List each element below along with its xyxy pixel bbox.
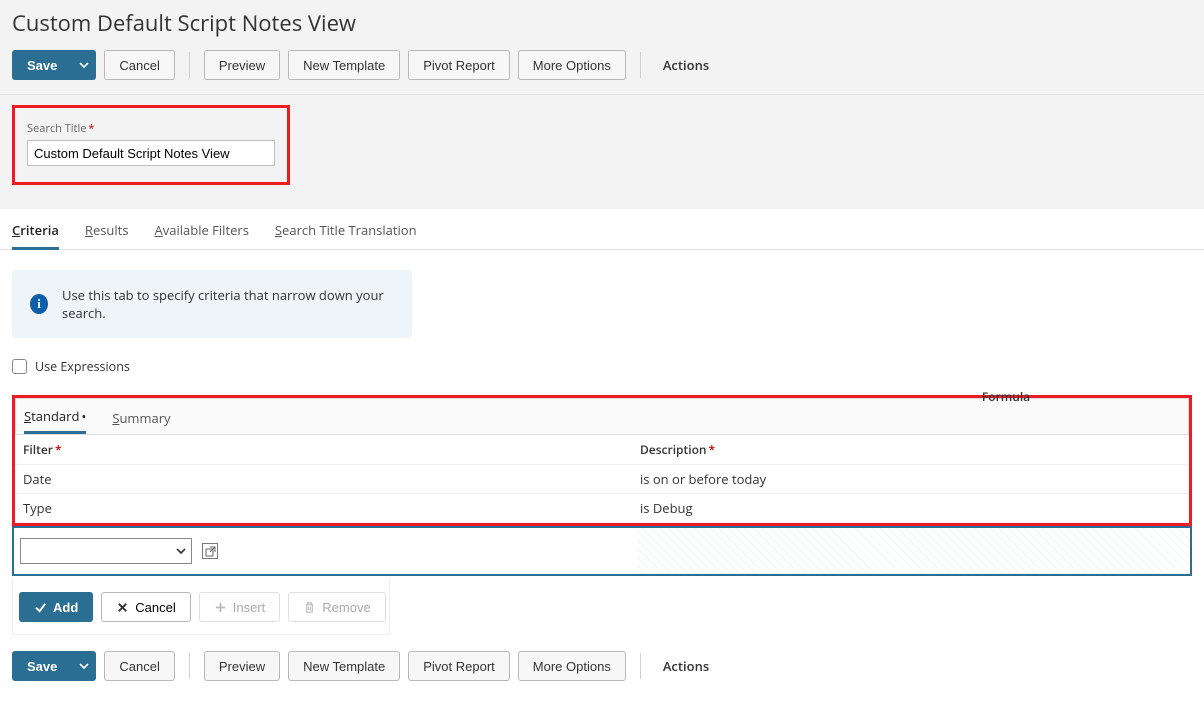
info-box: i Use this tab to specify criteria that … bbox=[12, 270, 412, 338]
more-options-button[interactable]: More Options bbox=[518, 50, 626, 80]
footer-pivot-report-button[interactable]: Pivot Report bbox=[408, 651, 510, 681]
preview-button[interactable]: Preview bbox=[204, 50, 280, 80]
cancel-button[interactable]: Cancel bbox=[104, 50, 174, 80]
save-dropdown-button[interactable] bbox=[72, 50, 96, 80]
table-row[interactable]: Dateis on or before today bbox=[15, 465, 1189, 494]
criteria-grid-highlight: Standard• Summary Filter* Description* D… bbox=[12, 395, 1192, 526]
col-header-description[interactable]: Description* bbox=[632, 435, 1189, 465]
footer-save-dropdown-button[interactable] bbox=[72, 651, 96, 681]
footer-new-template-button[interactable]: New Template bbox=[288, 651, 400, 681]
open-popup-icon[interactable] bbox=[202, 543, 218, 559]
main-tabs: Criteria Results Available Filters Searc… bbox=[0, 211, 1204, 250]
filter-combo-input[interactable] bbox=[20, 538, 192, 564]
tab-available-filters[interactable]: Available Filters bbox=[155, 211, 249, 249]
tab-criteria[interactable]: Criteria bbox=[12, 211, 59, 250]
caret-down-icon bbox=[79, 60, 89, 70]
footer-toolbar: Save Cancel Preview New Template Pivot R… bbox=[0, 635, 1204, 705]
row-actions: Add Cancel Insert Remove bbox=[12, 580, 390, 635]
caret-down-icon bbox=[79, 661, 89, 671]
toolbar-separator bbox=[189, 653, 190, 679]
cell-description[interactable]: is Debug bbox=[632, 494, 1189, 523]
use-expressions-checkbox[interactable] bbox=[12, 359, 27, 374]
trash-icon bbox=[303, 601, 316, 614]
footer-more-options-button[interactable]: More Options bbox=[518, 651, 626, 681]
toolbar-separator bbox=[640, 653, 641, 679]
new-criteria-row bbox=[12, 526, 1192, 576]
cell-filter[interactable]: Type bbox=[15, 494, 632, 523]
footer-save-button[interactable]: Save bbox=[12, 651, 72, 681]
tab-results[interactable]: Results bbox=[85, 211, 129, 249]
use-expressions-label: Use Expressions bbox=[35, 358, 130, 375]
top-toolbar: Save Cancel Preview New Template Pivot R… bbox=[12, 50, 1192, 80]
check-icon bbox=[34, 601, 47, 614]
info-icon: i bbox=[30, 294, 48, 314]
subtab-standard[interactable]: Standard• bbox=[24, 407, 86, 434]
search-title-field-highlight: Search Title* bbox=[12, 105, 290, 185]
info-text: Use this tab to specify criteria that na… bbox=[62, 286, 394, 322]
new-template-button[interactable]: New Template bbox=[288, 50, 400, 80]
col-header-filter[interactable]: Filter* bbox=[15, 435, 632, 465]
subtab-summary[interactable]: Summary bbox=[112, 409, 170, 433]
plus-icon bbox=[214, 601, 227, 614]
footer-preview-button[interactable]: Preview bbox=[204, 651, 280, 681]
filter-combo[interactable] bbox=[20, 538, 192, 564]
table-row[interactable]: Typeis Debug bbox=[15, 494, 1189, 523]
toolbar-separator bbox=[189, 52, 190, 78]
pivot-report-button[interactable]: Pivot Report bbox=[408, 50, 510, 80]
footer-cancel-button[interactable]: Cancel bbox=[104, 651, 174, 681]
col-header-formula[interactable]: Formula bbox=[836, 382, 1176, 411]
toolbar-separator bbox=[640, 52, 641, 78]
close-icon bbox=[116, 601, 129, 614]
chevron-down-icon[interactable] bbox=[172, 539, 190, 563]
criteria-grid: Filter* Description* Dateis on or before… bbox=[15, 434, 1189, 523]
page-title: Custom Default Script Notes View bbox=[12, 8, 1192, 38]
actions-link[interactable]: Actions bbox=[655, 56, 717, 74]
search-title-label: Search Title* bbox=[27, 121, 94, 136]
save-button[interactable]: Save bbox=[12, 50, 72, 80]
cell-description[interactable]: is on or before today bbox=[632, 465, 1189, 494]
cell-filter[interactable]: Date bbox=[15, 465, 632, 494]
required-star-icon: * bbox=[88, 121, 94, 136]
tab-search-title-translation[interactable]: Search Title Translation bbox=[275, 211, 417, 249]
footer-actions-link[interactable]: Actions bbox=[655, 657, 717, 675]
disabled-area bbox=[637, 528, 1190, 574]
search-title-input[interactable] bbox=[27, 140, 275, 166]
